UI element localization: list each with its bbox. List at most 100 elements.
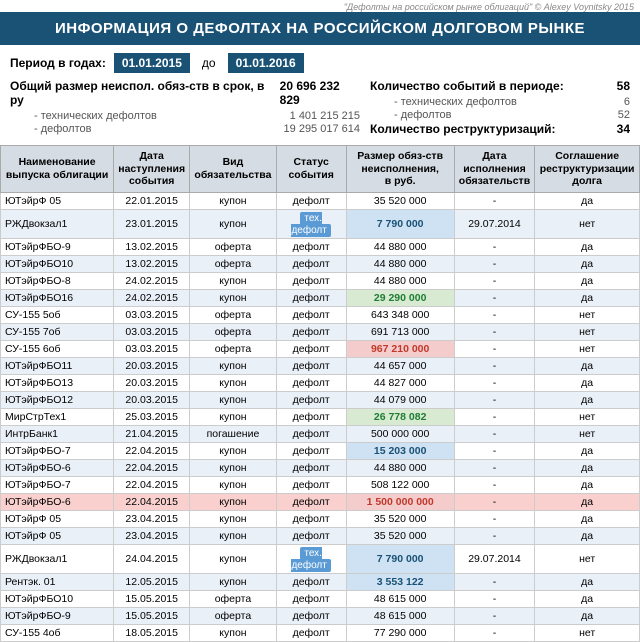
- table-row: ЮТэйрФ 0523.04.2015купондефолт35 520 000…: [1, 510, 640, 527]
- cell-bond-name: ЮТэйрФБО16: [1, 289, 114, 306]
- tech-default-label: - технических дефолтов: [34, 110, 157, 122]
- cell-amount: 15 203 000: [346, 442, 454, 459]
- cell-event-status: дефолт: [276, 289, 346, 306]
- cell-amount: 44 827 000: [346, 374, 454, 391]
- period-to-date[interactable]: 01.01.2016: [228, 53, 304, 73]
- cell-exec-date: -: [454, 238, 535, 255]
- cell-exec-date: -: [454, 374, 535, 391]
- cell-bond-name: ЮТэйрФБО-6: [1, 493, 114, 510]
- cell-obligation-type: купон: [190, 527, 276, 544]
- cell-bond-name: МирСтрТех1: [1, 408, 114, 425]
- cell-event-date: 03.03.2015: [114, 340, 190, 357]
- cell-exec-date: -: [454, 459, 535, 476]
- cell-bond-name: ЮТэйрФБО-7: [1, 476, 114, 493]
- cell-bond-name: ЮТэйрФБО11: [1, 357, 114, 374]
- cell-exec-date: -: [454, 607, 535, 624]
- cell-event-status: дефолт: [276, 624, 346, 641]
- table-row: ЮТэйрФБО-913.02.2015офертадефолт44 880 0…: [1, 238, 640, 255]
- cell-exec-date: -: [454, 510, 535, 527]
- period-from-date[interactable]: 01.01.2015: [114, 53, 190, 73]
- cell-event-status: дефолт: [276, 476, 346, 493]
- watermark: "Дефолты на российском рынке облигаций" …: [0, 0, 640, 12]
- table-row: ЮТэйрФБО-824.02.2015купондефолт44 880 00…: [1, 272, 640, 289]
- cell-bond-name: СУ-155 7об: [1, 323, 114, 340]
- cell-obligation-type: оферта: [190, 607, 276, 624]
- cell-obligation-type: купон: [190, 408, 276, 425]
- cell-agreement: да: [535, 357, 640, 374]
- cell-exec-date: -: [454, 340, 535, 357]
- table-row: ЮТэйрФБО1320.03.2015купондефолт44 827 00…: [1, 374, 640, 391]
- cell-bond-name: ЮТэйрФБО-8: [1, 272, 114, 289]
- cell-obligation-type: купон: [190, 391, 276, 408]
- cell-agreement: да: [535, 272, 640, 289]
- cell-event-status: дефолт: [276, 374, 346, 391]
- cell-bond-name: Рентэк. 01: [1, 573, 114, 590]
- cell-agreement: да: [535, 510, 640, 527]
- cell-bond-name: ЮТэйрФБО-9: [1, 607, 114, 624]
- cell-exec-date: -: [454, 408, 535, 425]
- cell-agreement: да: [535, 493, 640, 510]
- cell-exec-date: -: [454, 272, 535, 289]
- table-row: ЮТэйрФБО1220.03.2015купондефолт44 079 00…: [1, 391, 640, 408]
- cell-event-status: дефолт: [276, 607, 346, 624]
- cell-exec-date: 29.07.2014: [454, 209, 535, 238]
- cell-obligation-type: купон: [190, 192, 276, 209]
- period-label: Период в годах:: [10, 56, 106, 70]
- cell-amount: 44 880 000: [346, 238, 454, 255]
- cell-event-date: 13.02.2015: [114, 238, 190, 255]
- cell-obligation-type: купон: [190, 459, 276, 476]
- table-row: ЮТэйрФБО1624.02.2015купондефолт29 290 00…: [1, 289, 640, 306]
- cell-event-status: дефолт: [276, 442, 346, 459]
- cell-event-date: 24.04.2015: [114, 544, 190, 573]
- events-value: 58: [617, 79, 630, 95]
- cell-amount: 35 520 000: [346, 510, 454, 527]
- cell-event-date: 20.03.2015: [114, 391, 190, 408]
- cell-event-status: дефолт: [276, 459, 346, 476]
- cell-obligation-type: купон: [190, 624, 276, 641]
- table-row: ЮТэйрФБО-915.05.2015офертадефолт48 615 0…: [1, 607, 640, 624]
- cell-event-date: 22.04.2015: [114, 476, 190, 493]
- cell-exec-date: -: [454, 573, 535, 590]
- cell-obligation-type: купон: [190, 289, 276, 306]
- cell-agreement: да: [535, 374, 640, 391]
- total-value: 20 696 232 829: [280, 79, 360, 109]
- cell-event-status: дефолт: [276, 323, 346, 340]
- right-default-value: 52: [618, 109, 630, 121]
- cell-obligation-type: оферта: [190, 306, 276, 323]
- table-row: ЮТэйрФБО1013.02.2015офертадефолт44 880 0…: [1, 255, 640, 272]
- cell-amount: 44 880 000: [346, 459, 454, 476]
- table-row: ЮТэйрФ 0523.04.2015купондефолт35 520 000…: [1, 527, 640, 544]
- cell-bond-name: ЮТэйрФБО-7: [1, 442, 114, 459]
- cell-agreement: да: [535, 476, 640, 493]
- cell-bond-name: ЮТэйрФБО-6: [1, 459, 114, 476]
- cell-amount: 691 713 000: [346, 323, 454, 340]
- cell-event-date: 13.02.2015: [114, 255, 190, 272]
- cell-event-date: 22.04.2015: [114, 459, 190, 476]
- cell-agreement: нет: [535, 624, 640, 641]
- cell-obligation-type: оферта: [190, 323, 276, 340]
- cell-obligation-type: купон: [190, 357, 276, 374]
- col-date: Датанаступлениясобытия: [114, 146, 190, 193]
- total-label: Общий размер неиспол. обяз-ств в срок, в…: [10, 79, 272, 107]
- cell-event-date: 22.04.2015: [114, 442, 190, 459]
- table-row: ЮТэйрФБО-622.04.2015купондефолт1 500 000…: [1, 493, 640, 510]
- cell-obligation-type: купон: [190, 476, 276, 493]
- cell-bond-name: ЮТэйрФБО10: [1, 255, 114, 272]
- cell-agreement: да: [535, 573, 640, 590]
- cell-agreement: да: [535, 238, 640, 255]
- cell-amount: 35 520 000: [346, 192, 454, 209]
- table-row: ЮТэйрФБО-622.04.2015купондефолт44 880 00…: [1, 459, 640, 476]
- cell-amount: 44 880 000: [346, 255, 454, 272]
- cell-agreement: да: [535, 607, 640, 624]
- cell-agreement: нет: [535, 340, 640, 357]
- cell-obligation-type: оферта: [190, 340, 276, 357]
- cell-event-date: 24.02.2015: [114, 289, 190, 306]
- default-value: 19 295 017 614: [284, 123, 360, 135]
- cell-amount: 7 790 000: [346, 209, 454, 238]
- cell-amount: 7 790 000: [346, 544, 454, 573]
- cell-amount: 35 520 000: [346, 527, 454, 544]
- cell-obligation-type: купон: [190, 510, 276, 527]
- table-row: РЖДвокзал123.01.2015купонтех. дефолт7 79…: [1, 209, 640, 238]
- cell-amount: 3 553 122: [346, 573, 454, 590]
- cell-agreement: нет: [535, 408, 640, 425]
